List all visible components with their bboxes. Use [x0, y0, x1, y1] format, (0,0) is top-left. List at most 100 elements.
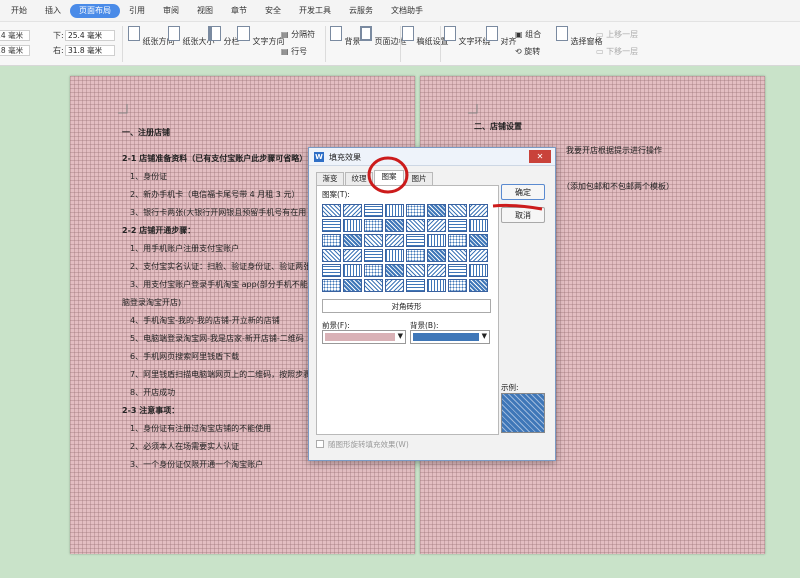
pattern-swatch[interactable] — [322, 219, 341, 232]
pattern-swatch[interactable] — [343, 234, 362, 247]
send-backward-button[interactable]: ▭ 下移一层 — [596, 46, 638, 57]
menu-tab[interactable]: 插入 — [36, 4, 70, 18]
pattern-swatch[interactable] — [427, 204, 446, 217]
menu-tab[interactable]: 云服务 — [340, 4, 382, 18]
pattern-swatch[interactable] — [406, 219, 425, 232]
ribbon-toolbar: 25.4 毫米 31.8 毫米 下: 25.4 毫米 右: 31.8 毫米 纸张… — [0, 22, 800, 66]
margin-bottom-field[interactable]: 25.4 毫米 — [65, 30, 115, 41]
pattern-swatch[interactable] — [406, 234, 425, 247]
paper-size-button[interactable]: 纸张大小 — [168, 26, 215, 47]
margin-left-cut-value[interactable]: 31.8 毫米 — [0, 45, 30, 56]
pattern-swatch[interactable] — [406, 264, 425, 277]
tab-picture[interactable]: 图片 — [405, 172, 433, 185]
text-direction-button[interactable]: 文字方向 — [237, 26, 285, 47]
ok-button[interactable]: 确定 — [501, 184, 545, 200]
pattern-swatch[interactable] — [343, 264, 362, 277]
pattern-swatch[interactable] — [364, 249, 383, 262]
pattern-swatch[interactable] — [385, 249, 404, 262]
pattern-swatch[interactable] — [448, 279, 467, 292]
pattern-swatch[interactable] — [364, 264, 383, 277]
pattern-swatch[interactable] — [364, 234, 383, 247]
wrap-text-button[interactable]: 文字环绕 — [444, 26, 491, 47]
close-button[interactable]: ✕ — [529, 150, 551, 163]
tab-gradient[interactable]: 渐变 — [316, 172, 344, 185]
pattern-swatch[interactable] — [469, 219, 488, 232]
rotate-button[interactable]: ⟲ 旋转 — [515, 46, 540, 57]
pattern-swatch[interactable] — [427, 249, 446, 262]
menu-tab[interactable]: 审阅 — [154, 4, 188, 18]
pattern-swatch[interactable] — [343, 204, 362, 217]
pattern-swatch[interactable] — [385, 279, 404, 292]
pattern-swatch[interactable] — [448, 219, 467, 232]
list-item: 1、身份证有注册过淘宝店铺的不能使用 — [130, 424, 272, 433]
paper-setting-button[interactable]: 稿纸设置 — [402, 26, 449, 47]
pattern-swatch[interactable] — [385, 264, 404, 277]
menu-tab[interactable]: 开始 — [2, 4, 36, 18]
rotate-fill-checkbox[interactable] — [316, 440, 324, 448]
list-item: 3、用支付宝账户登录手机淘宝 app(部分手机不能登 — [130, 280, 316, 289]
pattern-swatch[interactable] — [448, 249, 467, 262]
menu-tab[interactable]: 引用 — [120, 4, 154, 18]
pattern-swatch[interactable] — [406, 279, 425, 292]
background-color-select[interactable]: ▼ — [410, 330, 490, 344]
pattern-swatch[interactable] — [322, 249, 341, 262]
section-heading: 一、注册店铺 — [122, 128, 170, 137]
menu-tab[interactable]: 章节 — [222, 4, 256, 18]
pattern-swatch[interactable] — [427, 279, 446, 292]
break-button[interactable]: ▤ 分隔符 — [281, 29, 315, 40]
foreground-swatch — [325, 333, 395, 341]
pattern-swatch[interactable] — [448, 264, 467, 277]
pattern-grid — [322, 204, 488, 292]
foreground-color-select[interactable]: ▼ — [322, 330, 406, 344]
pattern-swatch[interactable] — [322, 204, 341, 217]
page-border-button[interactable]: 页面边框 — [360, 26, 407, 47]
pattern-swatch[interactable] — [448, 234, 467, 247]
pattern-swatch[interactable] — [385, 234, 404, 247]
pattern-swatch[interactable] — [406, 249, 425, 262]
pattern-swatch[interactable] — [469, 249, 488, 262]
line-number-button[interactable]: ▤ 行号 — [281, 46, 307, 57]
menu-tab[interactable]: 文档助手 — [382, 4, 432, 18]
pattern-swatch[interactable] — [469, 264, 488, 277]
background-button[interactable]: 背景 — [330, 26, 361, 47]
list-item: 5、电脑端登录淘宝网-我是店家-新开店铺-二维码 — [130, 334, 304, 343]
menu-tab[interactable]: 安全 — [256, 4, 290, 18]
pattern-swatch[interactable] — [322, 264, 341, 277]
orientation-button[interactable]: 纸张方向 — [128, 26, 175, 47]
pattern-swatch[interactable] — [469, 234, 488, 247]
menu-tab[interactable]: 开发工具 — [290, 4, 340, 18]
background-icon — [330, 26, 342, 41]
bring-forward-button[interactable]: ▭ 上移一层 — [596, 29, 638, 40]
list-item: 脑登录淘宝开店) — [122, 298, 182, 307]
pattern-swatch[interactable] — [427, 219, 446, 232]
pattern-swatch[interactable] — [364, 204, 383, 217]
group-button[interactable]: ▣ 组合 — [515, 29, 541, 40]
pattern-swatch[interactable] — [364, 279, 383, 292]
pattern-swatch[interactable] — [469, 204, 488, 217]
pattern-swatch[interactable] — [469, 279, 488, 292]
menu-tab[interactable]: 页面布局 — [70, 3, 120, 18]
menu-tab[interactable]: 视图 — [188, 4, 222, 18]
pattern-swatch[interactable] — [385, 219, 404, 232]
pattern-swatch[interactable] — [343, 249, 362, 262]
pattern-swatch[interactable] — [322, 234, 341, 247]
margin-right-field[interactable]: 31.8 毫米 — [65, 45, 115, 56]
pattern-swatch[interactable] — [385, 204, 404, 217]
align-button[interactable]: 对齐 — [486, 26, 517, 47]
pattern-swatch[interactable] — [448, 204, 467, 217]
cancel-button[interactable]: 取消 — [501, 207, 545, 223]
pattern-swatch[interactable] — [343, 219, 362, 232]
sub-heading: 2-3 注意事项： — [122, 406, 180, 415]
dialog-title-bar[interactable]: W 填充效果 ✕ — [309, 148, 555, 166]
pattern-swatch[interactable] — [364, 219, 383, 232]
pattern-swatch[interactable] — [343, 279, 362, 292]
tab-texture[interactable]: 纹理 — [345, 172, 373, 185]
tab-pattern[interactable]: 图案 — [374, 170, 404, 185]
columns-button[interactable]: 分栏 — [208, 26, 240, 47]
pattern-swatch[interactable] — [322, 279, 341, 292]
pattern-swatch[interactable] — [427, 264, 446, 277]
selection-pane-button[interactable]: 选择窗格 — [556, 26, 603, 47]
pattern-swatch[interactable] — [427, 234, 446, 247]
pattern-swatch[interactable] — [406, 204, 425, 217]
margin-top-cut-value[interactable]: 25.4 毫米 — [0, 30, 30, 41]
